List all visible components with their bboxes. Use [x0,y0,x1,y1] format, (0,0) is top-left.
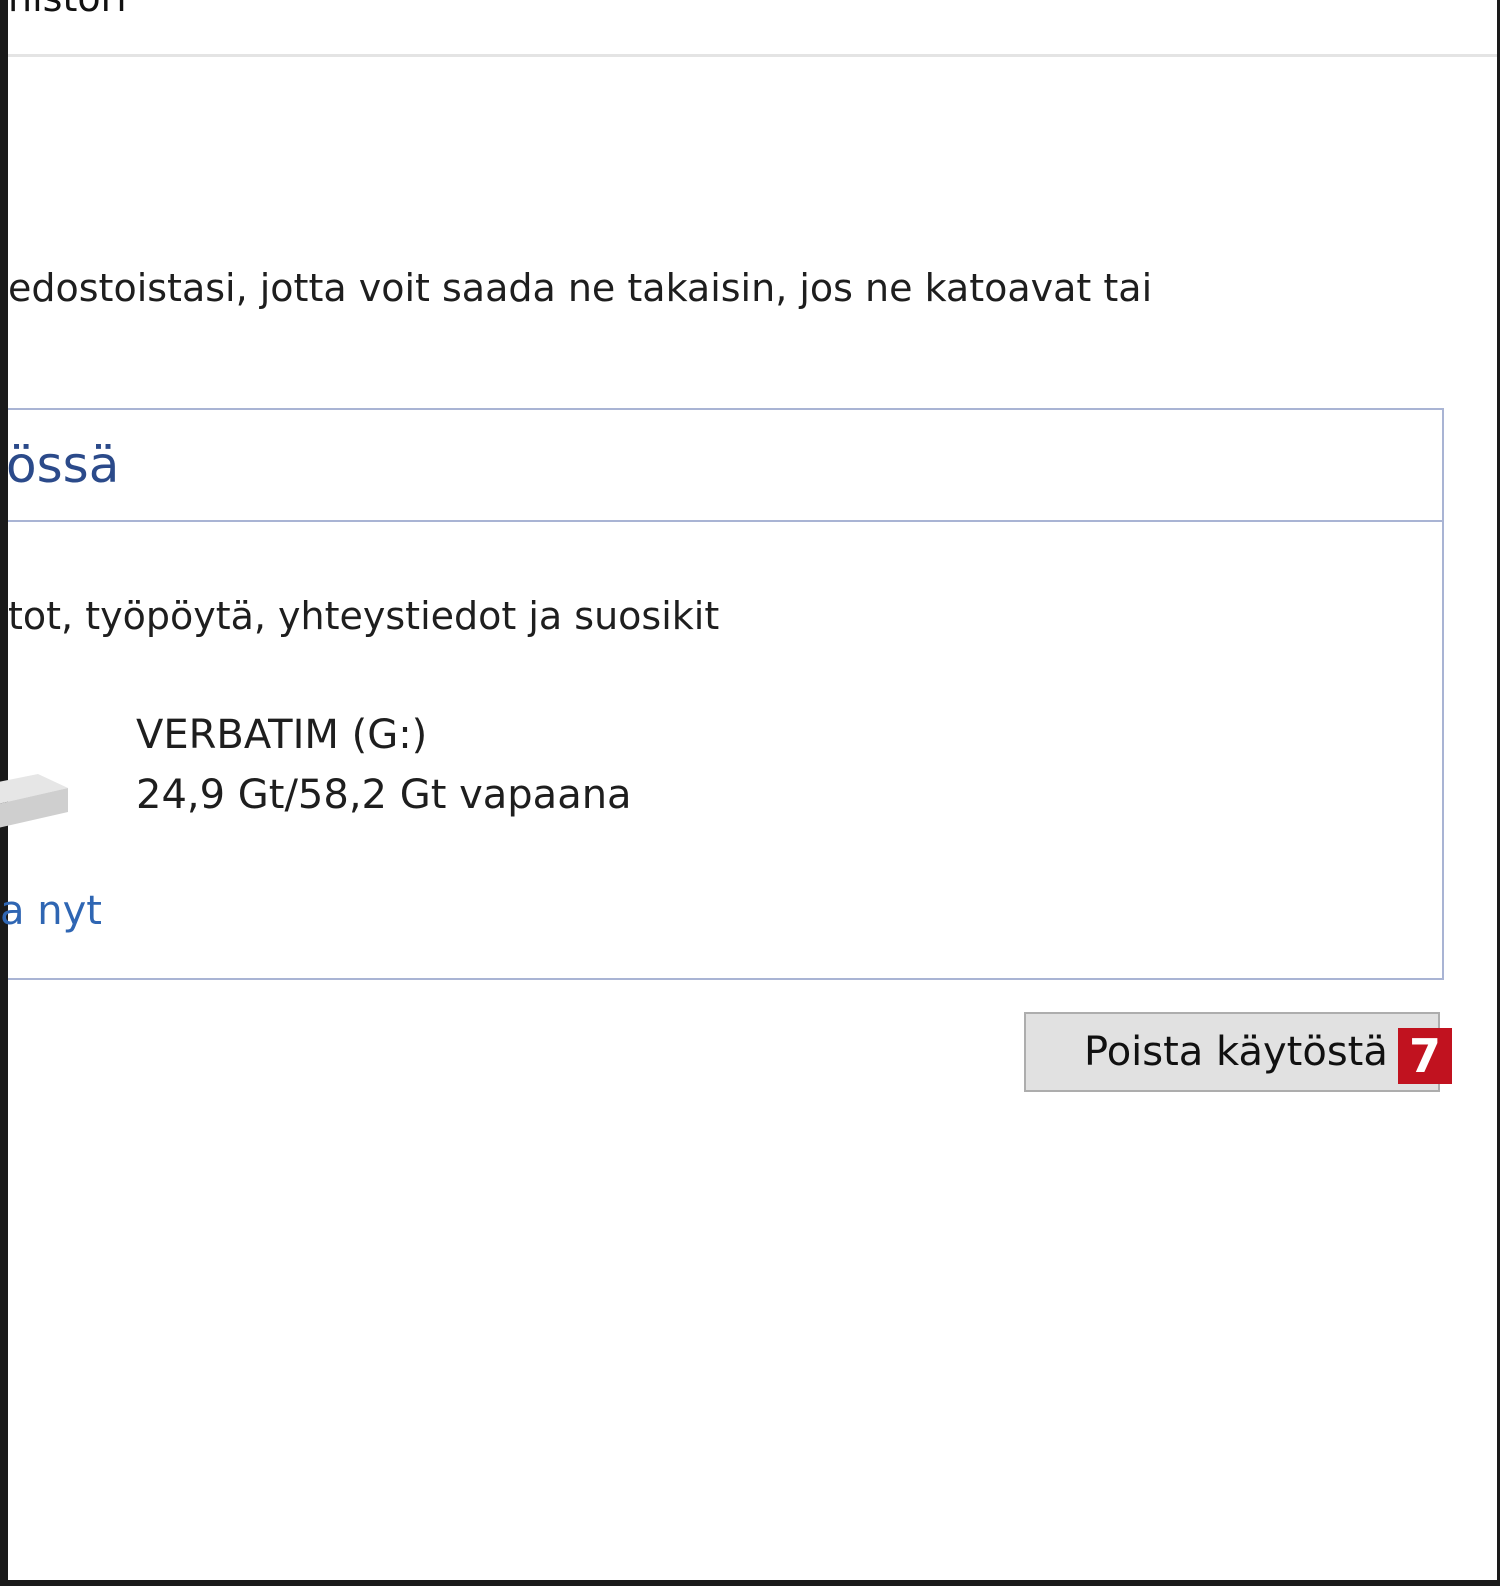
disable-button-label: Poista käytöstä [1084,1029,1388,1075]
panel-title: össä [6,436,120,494]
usb-drive-icon [0,774,68,828]
drive-name: VERBATIM (G:) [136,712,428,758]
address-bar: histori [8,0,1497,57]
breadcrumb[interactable]: histori [8,0,127,20]
copied-folders-text: tot, työpöytä, yhteystiedot ja suosikit [8,594,720,638]
run-now-link[interactable]: a nyt [0,888,102,934]
file-history-window: histori edostoistasi, jotta voit saada n… [0,0,1500,1586]
panel-header: össä [6,410,1442,522]
window-bottom-edge [0,1580,1500,1586]
drive-free-space: 24,9 Gt/58,2 Gt vapaana [136,772,632,818]
page-description: edostoistasi, jotta voit saada ne takais… [8,266,1153,310]
step-number-badge: 7 [1398,1028,1452,1084]
file-history-status-panel: össä tot, työpöytä, yhteystiedot ja suos… [0,408,1444,980]
disable-button[interactable]: Poista käytöstä [1024,1012,1440,1092]
